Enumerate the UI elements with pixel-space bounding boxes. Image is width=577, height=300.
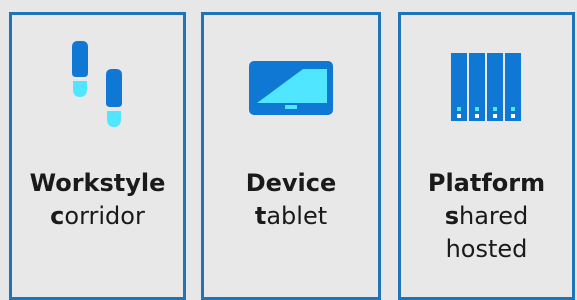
- card-title: Device: [245, 169, 337, 197]
- footprints-icon: [12, 41, 183, 133]
- platform-label: Platform shared hosted: [401, 167, 572, 266]
- card-subtitle: corridor: [50, 202, 145, 230]
- card-subtitle: tablet: [254, 202, 328, 230]
- card-title: Workstyle: [29, 169, 166, 197]
- workstyle-label: Workstyle corridor: [12, 167, 183, 233]
- tablet-icon: [204, 41, 378, 133]
- device-card: Device tablet: [201, 12, 381, 300]
- workstyle-card: Workstyle corridor: [9, 12, 186, 300]
- device-label: Device tablet: [204, 167, 378, 233]
- platform-card: Platform shared hosted: [398, 12, 575, 300]
- card-subtitle: hosted: [445, 235, 528, 263]
- card-subtitle: shared: [444, 202, 529, 230]
- card-title: Platform: [427, 169, 546, 197]
- server-rack-icon: [401, 41, 572, 133]
